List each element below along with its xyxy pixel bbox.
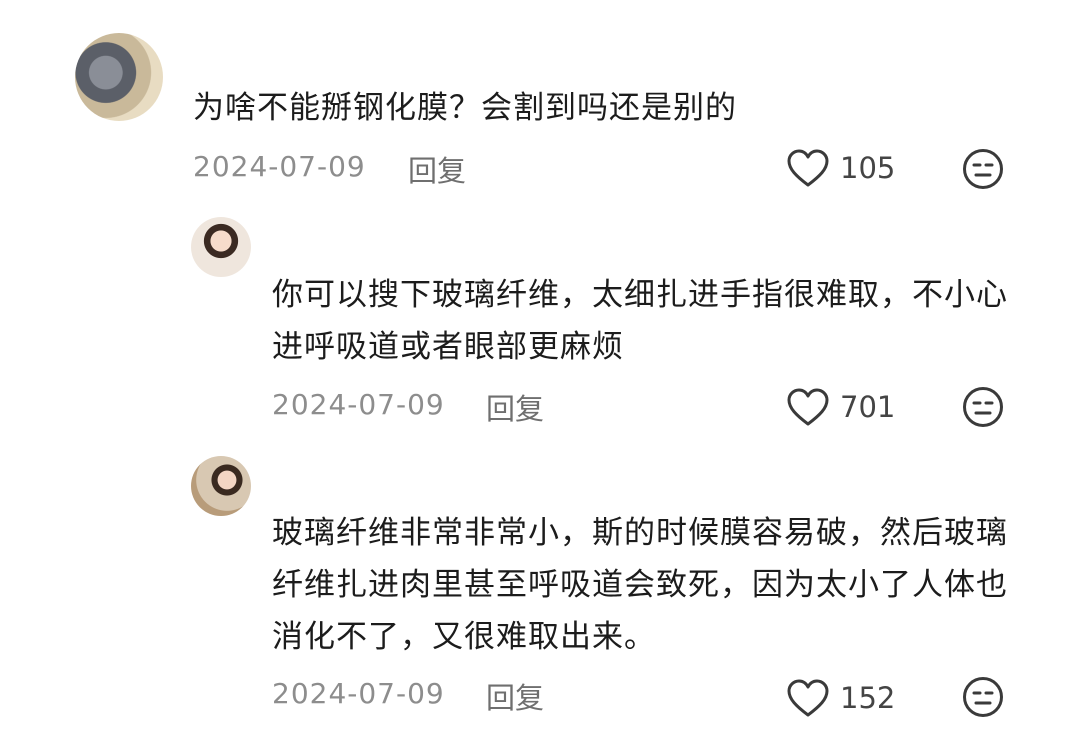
heart-outline-icon — [787, 388, 829, 426]
comment-text: 为啥不能掰钢化膜？会割到吗还是别的 — [193, 90, 737, 126]
like-count: 701 — [840, 390, 896, 424]
neutral-face-icon[interactable] — [962, 148, 1004, 190]
like-button[interactable]: 152 — [786, 678, 895, 718]
neutral-face-icon[interactable] — [962, 676, 1004, 718]
comment-date: 2024-07-09 — [272, 677, 445, 710]
reply-button[interactable]: 回复 — [408, 148, 466, 190]
avatar[interactable] — [191, 456, 251, 516]
reply-button[interactable]: 回复 — [486, 386, 544, 428]
heart-outline-icon — [787, 149, 829, 187]
like-count: 105 — [840, 151, 896, 185]
comment-text: 你可以搜下玻璃纤维，太细扎进手指很难取，不小心进呼吸道或者眼部更麻烦 — [272, 277, 1008, 365]
neutral-face-icon[interactable] — [962, 386, 1004, 428]
comment-date: 2024-07-09 — [272, 388, 445, 421]
comment-text: 玻璃纤维非常非常小，斯的时候膜容易破，然后玻璃纤维扎进肉里甚至呼吸道会致死，因为… — [272, 515, 1008, 655]
avatar[interactable] — [75, 33, 163, 121]
like-button[interactable]: 105 — [786, 148, 895, 188]
avatar[interactable] — [191, 217, 251, 277]
like-count: 152 — [840, 681, 896, 715]
heart-outline-icon — [787, 679, 829, 717]
comment-date: 2024-07-09 — [193, 150, 366, 183]
like-button[interactable]: 701 — [786, 387, 895, 427]
reply-button[interactable]: 回复 — [486, 675, 544, 717]
